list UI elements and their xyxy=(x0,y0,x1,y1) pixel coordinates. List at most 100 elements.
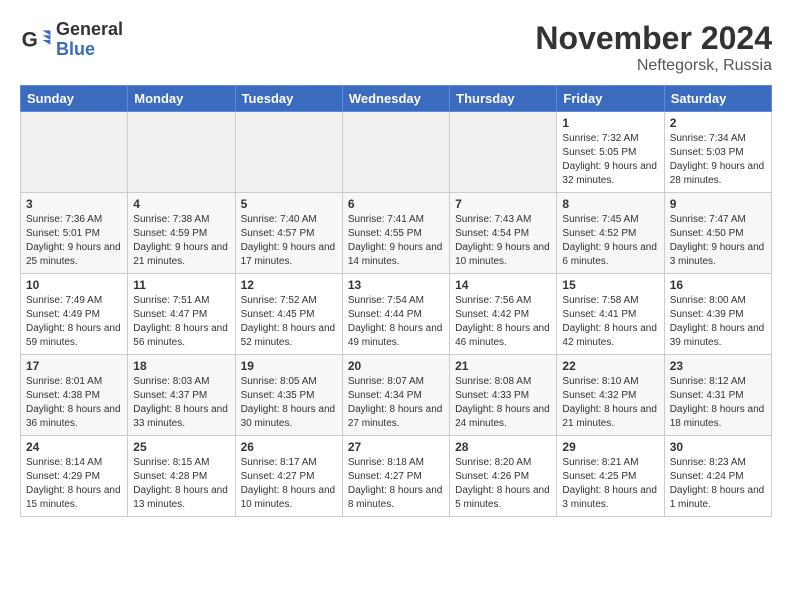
day-number: 5 xyxy=(241,197,337,211)
calendar-week-2: 3 Sunrise: 7:36 AM Sunset: 5:01 PM Daylig… xyxy=(21,193,772,274)
day-info: Sunrise: 8:23 AM Sunset: 4:24 PM Dayligh… xyxy=(670,456,766,512)
day-info: Sunrise: 7:47 AM Sunset: 4:50 PM Dayligh… xyxy=(670,213,766,269)
day-number: 20 xyxy=(348,359,444,373)
calendar-cell: 11 Sunrise: 7:51 AM Sunset: 4:47 PM Dayli… xyxy=(128,274,235,355)
day-info: Sunrise: 8:08 AM Sunset: 4:33 PM Dayligh… xyxy=(455,375,551,431)
calendar-week-4: 17Sunrise: 8:01 AM Sunset: 4:38 PM Dayli… xyxy=(21,355,772,436)
logo-icon: G xyxy=(20,24,52,56)
calendar-cell: 21 Sunrise: 8:08 AM Sunset: 4:33 PM Dayli… xyxy=(450,355,557,436)
calendar-cell: 13 Sunrise: 7:54 AM Sunset: 4:44 PM Dayli… xyxy=(342,274,449,355)
logo-blue: Blue xyxy=(56,40,123,60)
calendar-cell: 29 Sunrise: 8:21 AM Sunset: 4:25 PM Dayli… xyxy=(557,436,664,517)
day-number: 11 xyxy=(133,278,229,292)
calendar-cell: 22Sunrise: 8:10 AM Sunset: 4:32 PM Dayli… xyxy=(557,355,664,436)
day-info: Sunrise: 7:58 AM Sunset: 4:41 PM Dayligh… xyxy=(562,294,658,350)
day-number: 19 xyxy=(241,359,337,373)
weekday-header-saturday: Saturday xyxy=(664,86,771,112)
day-number: 16 xyxy=(670,278,766,292)
calendar-cell xyxy=(450,112,557,193)
day-info: Sunrise: 8:00 AM Sunset: 4:39 PM Dayligh… xyxy=(670,294,766,350)
day-info: Sunrise: 8:14 AM Sunset: 4:29 PM Dayligh… xyxy=(26,456,122,512)
day-info: Sunrise: 7:43 AM Sunset: 4:54 PM Dayligh… xyxy=(455,213,551,269)
day-number: 15 xyxy=(562,278,658,292)
calendar-cell: 5 Sunrise: 7:40 AM Sunset: 4:57 PM Daylig… xyxy=(235,193,342,274)
day-number: 21 xyxy=(455,359,551,373)
day-number: 6 xyxy=(348,197,444,211)
calendar-cell: 28 Sunrise: 8:20 AM Sunset: 4:26 PM Dayli… xyxy=(450,436,557,517)
day-number: 18 xyxy=(133,359,229,373)
calendar-cell: 30 Sunrise: 8:23 AM Sunset: 4:24 PM Dayli… xyxy=(664,436,771,517)
day-info: Sunrise: 7:41 AM Sunset: 4:55 PM Dayligh… xyxy=(348,213,444,269)
calendar-cell: 26Sunrise: 8:17 AM Sunset: 4:27 PM Dayli… xyxy=(235,436,342,517)
calendar-cell: 10 Sunrise: 7:49 AM Sunset: 4:49 PM Dayli… xyxy=(21,274,128,355)
day-number: 23 xyxy=(670,359,766,373)
day-info: Sunrise: 7:38 AM Sunset: 4:59 PM Dayligh… xyxy=(133,213,229,269)
calendar-cell: 25 Sunrise: 8:15 AM Sunset: 4:28 PM Dayli… xyxy=(128,436,235,517)
calendar-week-1: 1 Sunrise: 7:32 AM Sunset: 5:05 PM Daylig… xyxy=(21,112,772,193)
page-header: G General Blue November 2024 Neftegorsk,… xyxy=(20,20,772,75)
day-info: Sunrise: 7:51 AM Sunset: 4:47 PM Dayligh… xyxy=(133,294,229,350)
day-info: Sunrise: 8:12 AM Sunset: 4:31 PM Dayligh… xyxy=(670,375,766,431)
page-title: November 2024 xyxy=(535,20,772,57)
calendar-table: SundayMondayTuesdayWednesdayThursdayFrid… xyxy=(20,85,772,517)
weekday-header-wednesday: Wednesday xyxy=(342,86,449,112)
day-number: 9 xyxy=(670,197,766,211)
calendar-cell: 17Sunrise: 8:01 AM Sunset: 4:38 PM Dayli… xyxy=(21,355,128,436)
day-info: Sunrise: 8:10 AM Sunset: 4:32 PM Dayligh… xyxy=(562,375,658,431)
day-number: 1 xyxy=(562,116,658,130)
svg-text:G: G xyxy=(22,28,38,51)
day-info: Sunrise: 8:05 AM Sunset: 4:35 PM Dayligh… xyxy=(241,375,337,431)
calendar-cell: 6 Sunrise: 7:41 AM Sunset: 4:55 PM Daylig… xyxy=(342,193,449,274)
day-number: 4 xyxy=(133,197,229,211)
weekday-header-sunday: Sunday xyxy=(21,86,128,112)
calendar-cell: 14 Sunrise: 7:56 AM Sunset: 4:42 PM Dayli… xyxy=(450,274,557,355)
day-info: Sunrise: 7:49 AM Sunset: 4:49 PM Dayligh… xyxy=(26,294,122,350)
weekday-header-monday: Monday xyxy=(128,86,235,112)
day-number: 28 xyxy=(455,440,551,454)
calendar-cell: 23 Sunrise: 8:12 AM Sunset: 4:31 PM Dayli… xyxy=(664,355,771,436)
day-info: Sunrise: 7:32 AM Sunset: 5:05 PM Dayligh… xyxy=(562,132,658,188)
calendar-week-3: 10 Sunrise: 7:49 AM Sunset: 4:49 PM Dayli… xyxy=(21,274,772,355)
weekday-header-thursday: Thursday xyxy=(450,86,557,112)
day-number: 25 xyxy=(133,440,229,454)
day-number: 3 xyxy=(26,197,122,211)
day-number: 14 xyxy=(455,278,551,292)
day-info: Sunrise: 7:40 AM Sunset: 4:57 PM Dayligh… xyxy=(241,213,337,269)
day-number: 13 xyxy=(348,278,444,292)
calendar-cell: 20 Sunrise: 8:07 AM Sunset: 4:34 PM Dayli… xyxy=(342,355,449,436)
calendar-cell: 2Sunrise: 7:34 AM Sunset: 5:03 PM Daylig… xyxy=(664,112,771,193)
day-number: 2 xyxy=(670,116,766,130)
logo-text: General Blue xyxy=(56,20,123,60)
calendar-cell: 3 Sunrise: 7:36 AM Sunset: 5:01 PM Daylig… xyxy=(21,193,128,274)
day-info: Sunrise: 8:07 AM Sunset: 4:34 PM Dayligh… xyxy=(348,375,444,431)
day-number: 17 xyxy=(26,359,122,373)
day-info: Sunrise: 8:03 AM Sunset: 4:37 PM Dayligh… xyxy=(133,375,229,431)
day-number: 8 xyxy=(562,197,658,211)
calendar-cell: 9 Sunrise: 7:47 AM Sunset: 4:50 PM Daylig… xyxy=(664,193,771,274)
day-number: 12 xyxy=(241,278,337,292)
calendar-cell xyxy=(235,112,342,193)
title-block: November 2024 Neftegorsk, Russia xyxy=(535,20,772,75)
calendar-cell: 16 Sunrise: 8:00 AM Sunset: 4:39 PM Dayli… xyxy=(664,274,771,355)
day-info: Sunrise: 7:36 AM Sunset: 5:01 PM Dayligh… xyxy=(26,213,122,269)
day-number: 29 xyxy=(562,440,658,454)
page-subtitle: Neftegorsk, Russia xyxy=(535,57,772,75)
calendar-cell: 15 Sunrise: 7:58 AM Sunset: 4:41 PM Dayli… xyxy=(557,274,664,355)
day-info: Sunrise: 8:15 AM Sunset: 4:28 PM Dayligh… xyxy=(133,456,229,512)
calendar-cell: 7 Sunrise: 7:43 AM Sunset: 4:54 PM Daylig… xyxy=(450,193,557,274)
logo-general: General xyxy=(56,20,123,40)
calendar-cell xyxy=(342,112,449,193)
day-info: Sunrise: 7:45 AM Sunset: 4:52 PM Dayligh… xyxy=(562,213,658,269)
calendar-cell: 4 Sunrise: 7:38 AM Sunset: 4:59 PM Daylig… xyxy=(128,193,235,274)
day-info: Sunrise: 8:21 AM Sunset: 4:25 PM Dayligh… xyxy=(562,456,658,512)
weekday-header-row: SundayMondayTuesdayWednesdayThursdayFrid… xyxy=(21,86,772,112)
day-info: Sunrise: 7:54 AM Sunset: 4:44 PM Dayligh… xyxy=(348,294,444,350)
logo: G General Blue xyxy=(20,20,123,60)
day-info: Sunrise: 7:56 AM Sunset: 4:42 PM Dayligh… xyxy=(455,294,551,350)
day-number: 10 xyxy=(26,278,122,292)
day-number: 7 xyxy=(455,197,551,211)
day-number: 30 xyxy=(670,440,766,454)
calendar-cell: 12Sunrise: 7:52 AM Sunset: 4:45 PM Dayli… xyxy=(235,274,342,355)
calendar-cell: 27Sunrise: 8:18 AM Sunset: 4:27 PM Dayli… xyxy=(342,436,449,517)
day-info: Sunrise: 8:20 AM Sunset: 4:26 PM Dayligh… xyxy=(455,456,551,512)
